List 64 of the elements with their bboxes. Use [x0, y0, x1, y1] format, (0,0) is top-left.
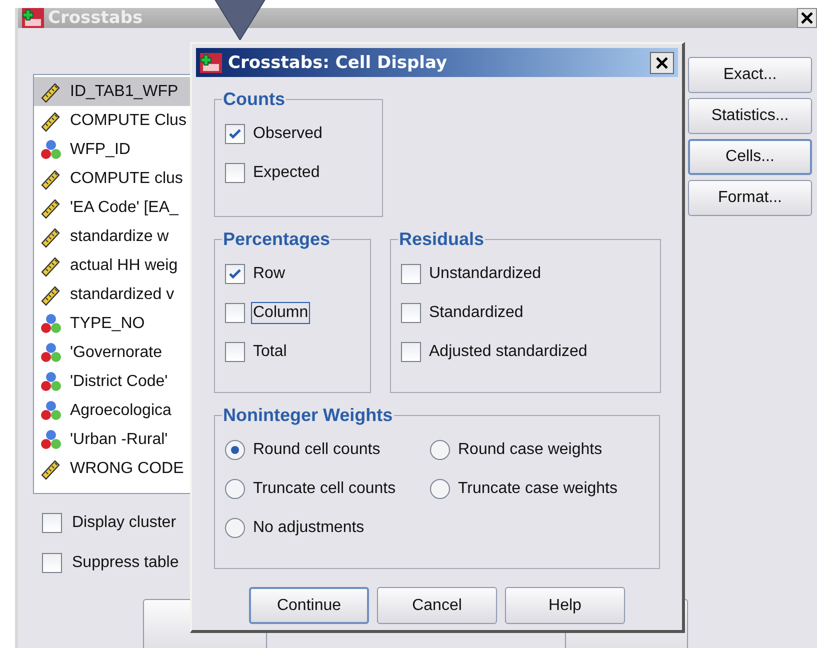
ruler-icon — [40, 110, 62, 132]
radio-button[interactable] — [430, 440, 450, 460]
dialog-button[interactable]: Cancel — [377, 587, 497, 624]
checkbox[interactable] — [225, 162, 245, 182]
group-title: Percentages — [222, 229, 332, 250]
checkbox[interactable] — [401, 342, 421, 362]
checkbox-label: Unstandardized — [428, 264, 542, 284]
checkbox[interactable] — [225, 264, 245, 284]
checkbox[interactable] — [225, 302, 245, 322]
variable-item[interactable]: 'District Code' — [34, 367, 334, 396]
radio-button[interactable] — [225, 518, 245, 538]
group-title: Residuals — [398, 229, 486, 250]
checkbox-label: Observed — [252, 124, 324, 144]
ruler-icon — [40, 80, 62, 102]
balls-icon — [40, 342, 62, 364]
pointer-triangle — [214, 0, 266, 40]
radio-label: No adjustments — [252, 518, 366, 538]
side-button[interactable]: Format... — [688, 180, 812, 216]
balls-icon — [40, 370, 62, 392]
balls-icon — [40, 138, 62, 160]
balls-icon — [40, 312, 62, 334]
close-icon — [656, 56, 668, 68]
radio-button[interactable] — [225, 440, 245, 460]
checkbox-label: Total — [252, 342, 288, 362]
variable-item[interactable]: 'EA Code' [EA_ — [34, 193, 334, 222]
dialog-title: Crosstabs: Cell Display — [228, 52, 448, 72]
radio-label: Truncate case weights — [457, 478, 618, 498]
ruler-icon — [40, 458, 62, 480]
checkbox[interactable] — [42, 553, 62, 573]
close-button[interactable] — [650, 52, 674, 74]
check-icon — [228, 126, 242, 140]
checkbox[interactable] — [401, 302, 421, 322]
ruler-icon — [40, 226, 62, 248]
close-icon — [801, 12, 813, 24]
window-title: Crosstabs — [48, 8, 143, 28]
balls-icon — [40, 428, 62, 450]
checkbox-label: Suppress table — [71, 553, 180, 573]
dialog-button[interactable]: Help — [505, 587, 625, 624]
radio-label: Round case weights — [457, 440, 604, 460]
checkbox-label: Row — [252, 264, 286, 284]
side-button[interactable]: Cells... — [688, 139, 812, 175]
checkbox-label: Adjusted standardized — [428, 342, 588, 362]
app-icon — [200, 52, 222, 72]
dialog-button[interactable]: Continue — [249, 587, 369, 624]
checkbox-label: Display cluster — [71, 513, 178, 533]
app-icon — [22, 8, 44, 28]
ruler-icon — [40, 196, 62, 218]
check-icon — [228, 266, 242, 280]
checkbox[interactable] — [225, 342, 245, 362]
balls-icon — [40, 400, 62, 422]
checkbox[interactable] — [225, 124, 245, 144]
ruler-icon — [40, 284, 62, 306]
close-button[interactable] — [797, 8, 817, 28]
checkbox-label: Column — [251, 302, 310, 324]
checkbox-label: Standardized — [428, 302, 524, 322]
side-button[interactable]: Exact... — [688, 57, 812, 93]
radio-button[interactable] — [430, 478, 450, 498]
ruler-icon — [40, 254, 62, 276]
checkbox[interactable] — [42, 513, 62, 533]
checkbox[interactable] — [401, 264, 421, 284]
radio-button[interactable] — [225, 478, 245, 498]
ruler-icon — [40, 168, 62, 190]
side-button[interactable]: Statistics... — [688, 98, 812, 134]
checkbox-label: Expected — [252, 162, 321, 182]
